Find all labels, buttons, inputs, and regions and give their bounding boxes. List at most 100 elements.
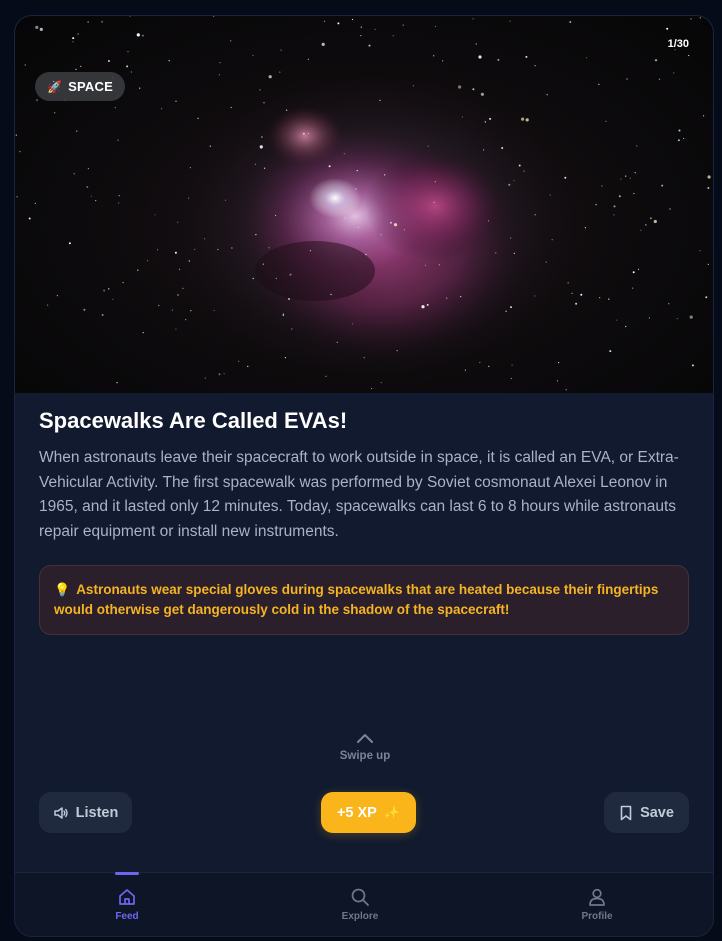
star	[632, 287, 634, 289]
star	[424, 264, 427, 266]
star	[213, 16, 215, 17]
star	[688, 54, 690, 57]
nav-item-profile[interactable]: Profile	[552, 873, 642, 936]
star	[280, 49, 282, 51]
search-icon	[351, 888, 369, 906]
star	[703, 115, 705, 117]
star	[114, 107, 116, 109]
star	[497, 58, 500, 61]
star	[328, 165, 331, 168]
star	[513, 252, 515, 254]
star	[302, 132, 305, 135]
star	[653, 219, 657, 224]
star	[558, 362, 560, 364]
save-button[interactable]: Save	[604, 792, 689, 833]
star	[556, 380, 559, 382]
star	[321, 42, 325, 46]
star	[483, 149, 485, 151]
star	[513, 180, 515, 182]
star	[426, 303, 429, 306]
star	[136, 33, 140, 37]
star	[137, 269, 139, 271]
star	[634, 172, 636, 174]
star	[412, 85, 414, 87]
star	[16, 196, 18, 198]
star	[678, 129, 681, 132]
star	[262, 263, 264, 265]
star	[174, 251, 177, 254]
chevron-up-icon	[357, 734, 373, 743]
star	[24, 64, 26, 66]
star	[501, 147, 504, 149]
user-icon	[589, 888, 605, 906]
bottom-nav: Feed Explore Profile	[15, 872, 713, 936]
star	[699, 250, 701, 252]
star	[108, 288, 110, 290]
star	[534, 295, 536, 297]
star	[275, 277, 277, 280]
save-label: Save	[640, 804, 674, 821]
star	[356, 170, 358, 172]
star	[620, 178, 622, 180]
category-label: SPACE	[68, 79, 113, 94]
sparkle-icon: ✨	[383, 804, 401, 820]
star	[580, 293, 583, 296]
star	[480, 92, 484, 96]
star	[658, 78, 661, 80]
star	[252, 277, 254, 280]
star	[263, 102, 265, 104]
star	[107, 60, 110, 62]
star	[489, 117, 492, 120]
star	[219, 62, 221, 64]
star	[380, 234, 382, 236]
star	[669, 208, 671, 210]
star	[189, 167, 191, 169]
star	[54, 112, 56, 114]
card-body: When astronauts leave their spacecraft t…	[39, 449, 679, 540]
star	[510, 237, 512, 239]
star	[73, 173, 75, 175]
star	[479, 361, 481, 364]
star	[475, 43, 477, 45]
star	[636, 145, 638, 147]
star	[15, 134, 17, 136]
star	[101, 314, 104, 316]
star	[141, 34, 144, 37]
swipe-hint[interactable]: Swipe up	[15, 732, 713, 762]
star	[95, 200, 97, 202]
star	[534, 214, 536, 216]
nav-label-feed: Feed	[115, 911, 139, 922]
star	[83, 308, 86, 311]
star	[309, 250, 312, 252]
star	[34, 202, 36, 204]
star	[190, 310, 192, 312]
star	[655, 59, 657, 62]
star	[586, 57, 588, 59]
star	[472, 18, 474, 20]
star	[392, 35, 394, 37]
star	[177, 294, 179, 296]
star	[478, 55, 482, 59]
star	[390, 221, 392, 224]
nav-item-explore[interactable]: Explore	[315, 873, 405, 936]
star	[510, 306, 512, 309]
star	[564, 176, 567, 179]
star	[72, 41, 74, 43]
star	[230, 40, 232, 42]
star	[87, 168, 89, 170]
home-icon	[119, 889, 135, 905]
star	[384, 174, 386, 176]
star	[238, 360, 240, 362]
star	[28, 217, 31, 220]
xp-label: +5 XP	[336, 804, 377, 821]
star	[608, 298, 610, 300]
xp-button[interactable]: +5 XP ✨	[321, 792, 416, 833]
star	[161, 108, 163, 110]
star	[351, 18, 354, 21]
star	[213, 309, 215, 312]
nav-item-feed[interactable]: Feed	[82, 873, 172, 936]
star	[601, 185, 603, 187]
star	[90, 195, 92, 197]
listen-button[interactable]: Listen	[39, 792, 132, 833]
star	[325, 375, 327, 377]
